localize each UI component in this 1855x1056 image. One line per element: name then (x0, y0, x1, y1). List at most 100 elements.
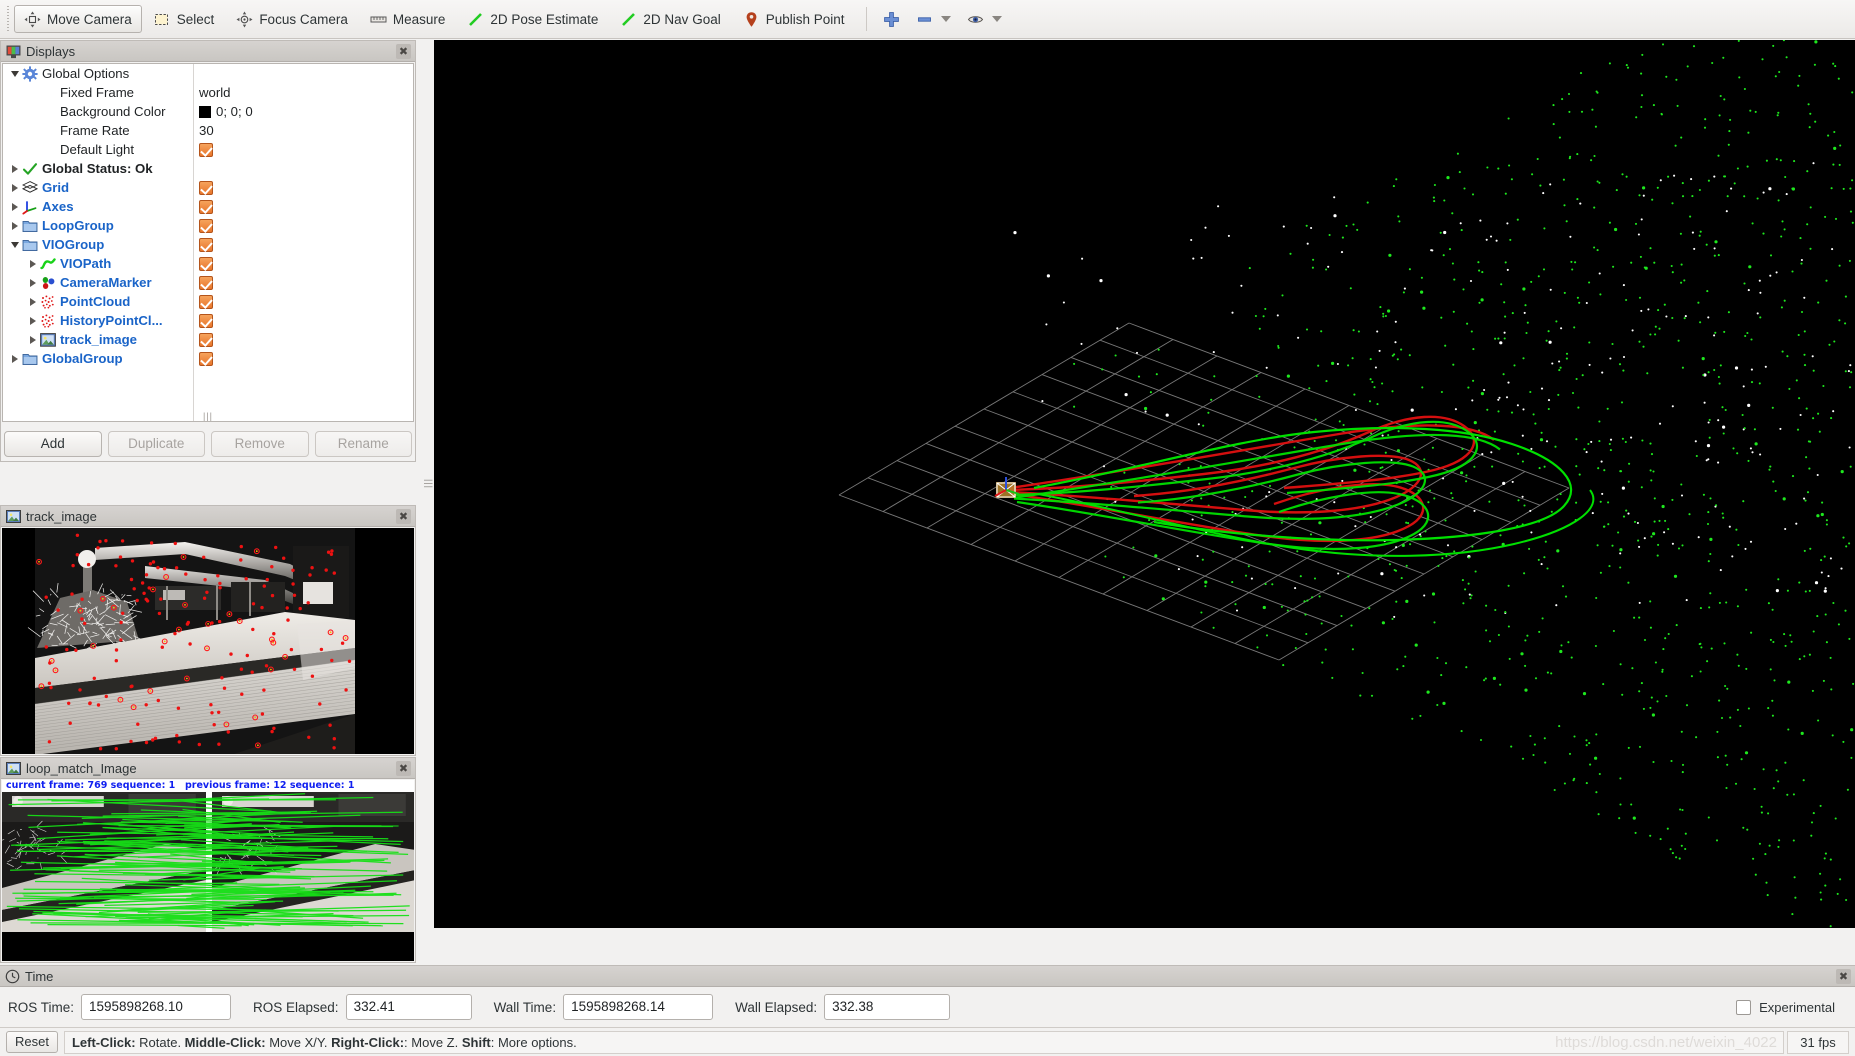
ros-elapsed-input[interactable]: 332.41 (345, 994, 472, 1020)
add-button[interactable]: Add (4, 431, 102, 457)
chevron-down-icon[interactable] (8, 235, 22, 254)
wall-elapsed-label: Wall Elapsed: (735, 999, 818, 1015)
chevron-right-icon[interactable] (8, 197, 22, 216)
enabled-checkbox[interactable] (199, 294, 213, 309)
chevron-right-icon[interactable] (8, 178, 22, 197)
tree-row-label: Frame Rate (60, 123, 130, 138)
chevron-right-icon[interactable] (26, 330, 40, 349)
color-swatch[interactable] (199, 105, 211, 118)
enabled-checkbox[interactable] (199, 313, 213, 328)
chevron-right-icon[interactable] (8, 159, 22, 178)
loop-match-render[interactable]: current frame: 769 sequence: 1 previous … (2, 780, 414, 961)
view-splitter[interactable]: ||| (424, 40, 434, 928)
tree-row-cameramarker[interactable]: CameraMarker (3, 273, 413, 292)
tree-row-value[interactable]: world (199, 85, 231, 100)
hint-part: Right-Click: (331, 1034, 405, 1050)
chevron-right-icon[interactable] (8, 216, 22, 235)
tree-icon-spacer (40, 123, 56, 139)
remove-tool-button[interactable] (909, 5, 958, 33)
tree-row-viopath[interactable]: VIOPath (3, 254, 413, 273)
chevron-right-icon[interactable] (26, 311, 40, 330)
tree-row-globalgroup[interactable]: GlobalGroup (3, 349, 413, 368)
visibility-tool-button[interactable] (960, 5, 1009, 33)
tool-move-camera[interactable]: Move Camera (14, 5, 142, 33)
enabled-checkbox[interactable] (199, 237, 213, 252)
enabled-checkbox[interactable] (199, 199, 213, 214)
add-tool-button[interactable] (876, 5, 907, 33)
chevron-down-icon[interactable] (8, 64, 22, 83)
tree-row-global-status-ok[interactable]: Global Status: Ok (3, 159, 413, 178)
tool-select[interactable]: Select (144, 5, 225, 33)
tree-row-track-image[interactable]: track_image (3, 330, 413, 349)
wall-time-input[interactable]: 1595898268.14 (563, 994, 714, 1020)
minus-icon (917, 16, 931, 22)
tree-row-global-options[interactable]: Global Options (3, 64, 413, 83)
enabled-checkbox[interactable] (199, 142, 213, 157)
enabled-checkbox[interactable] (199, 332, 213, 347)
reset-button[interactable]: Reset (6, 1031, 58, 1053)
tree-row-default-light[interactable]: Default Light (3, 140, 413, 159)
enabled-checkbox[interactable] (199, 218, 213, 233)
tree-row-pointcloud[interactable]: PointCloud (3, 292, 413, 311)
close-icon[interactable]: ✖ (396, 43, 411, 59)
displays-tree[interactable]: Global Options Fixed Frame world Background… (2, 63, 414, 422)
chevron-right-icon[interactable] (26, 292, 40, 311)
experimental-checkbox[interactable] (1736, 999, 1752, 1015)
enabled-checkbox[interactable] (199, 351, 213, 366)
tool-focus-camera[interactable]: Focus Camera (226, 5, 358, 33)
enabled-checkbox[interactable] (199, 180, 213, 195)
tree-row-frame-rate[interactable]: Frame Rate 30 (3, 121, 413, 140)
wall-elapsed-input[interactable]: 332.38 (824, 994, 951, 1020)
chevron-right-icon[interactable] (8, 349, 22, 368)
tree-row-value[interactable]: 0; 0; 0 (199, 104, 253, 119)
3d-render-view[interactable] (434, 40, 1855, 928)
tool-label: 2D Pose Estimate (490, 11, 599, 27)
chevron-right-icon[interactable] (26, 254, 40, 273)
track-image-body (2, 528, 414, 754)
time-fields-row: ROS Time: 1595898268.10 ROS Elapsed: 332… (0, 988, 1855, 1026)
panel-resize-grip[interactable]: ||| (203, 411, 213, 421)
chevron-right-icon[interactable] (26, 273, 40, 292)
tree-row-background-color[interactable]: Background Color 0; 0; 0 (3, 102, 413, 121)
close-icon[interactable]: ✖ (396, 760, 411, 776)
tool-2d-pose-estimate[interactable]: 2D Pose Estimate (457, 5, 608, 33)
ros-time-input[interactable]: 1595898268.10 (81, 994, 232, 1020)
gear-icon (22, 65, 38, 82)
tool-2d-nav-goal[interactable]: 2D Nav Goal (610, 5, 730, 33)
close-icon[interactable]: ✖ (396, 508, 411, 524)
splitter-grip: ||| (424, 478, 434, 489)
tree-row-grid[interactable]: Grid (3, 178, 413, 197)
displays-panel-titlebar: Displays ✖ (1, 41, 415, 62)
pointcloud-icon (40, 313, 56, 329)
tool-measure[interactable]: Measure (360, 5, 456, 33)
tree-row-axes[interactable]: Axes (3, 197, 413, 216)
watermark-text: https://blog.csdn.net/weixin_4022 (1555, 1033, 1777, 1051)
hint-part: Shift (461, 1034, 491, 1050)
chevron-down-icon[interactable] (991, 16, 1002, 22)
nav-goal-icon (622, 12, 636, 26)
toolbar-drag-handle[interactable] (4, 6, 11, 32)
loop-previous-frame-label: previous frame: 12 sequence: 1 (185, 780, 355, 791)
enabled-checkbox[interactable] (199, 275, 213, 290)
close-icon[interactable]: ✖ (1836, 968, 1851, 984)
tool-publish-point[interactable]: Publish Point (733, 5, 855, 33)
tree-row-loopgroup[interactable]: LoopGroup (3, 216, 413, 235)
tool-label: Move Camera (47, 11, 132, 27)
tree-row-historypointcl[interactable]: HistoryPointCl... (3, 311, 413, 330)
tree-row-viogroup[interactable]: VIOGroup (3, 235, 413, 254)
axes-icon (22, 199, 38, 215)
enabled-checkbox[interactable] (199, 256, 213, 271)
tool-label: Publish Point (765, 11, 845, 27)
experimental-toggle[interactable]: Experimental (1736, 999, 1847, 1015)
tree-value-text: world (199, 85, 231, 100)
chevron-down-icon[interactable] (940, 16, 951, 22)
rename-button: Rename (314, 431, 412, 457)
tree-row-label: Global Status: Ok (42, 161, 153, 176)
tree-row-value[interactable]: 30 (199, 123, 214, 138)
time-panel-titlebar: Time ✖ (0, 966, 1855, 987)
track-image-render[interactable] (2, 528, 414, 754)
tree-row-fixed-frame[interactable]: Fixed Frame world (3, 83, 413, 102)
displays-panel-title: Displays (26, 43, 76, 59)
track-image-title: track_image (26, 508, 97, 524)
